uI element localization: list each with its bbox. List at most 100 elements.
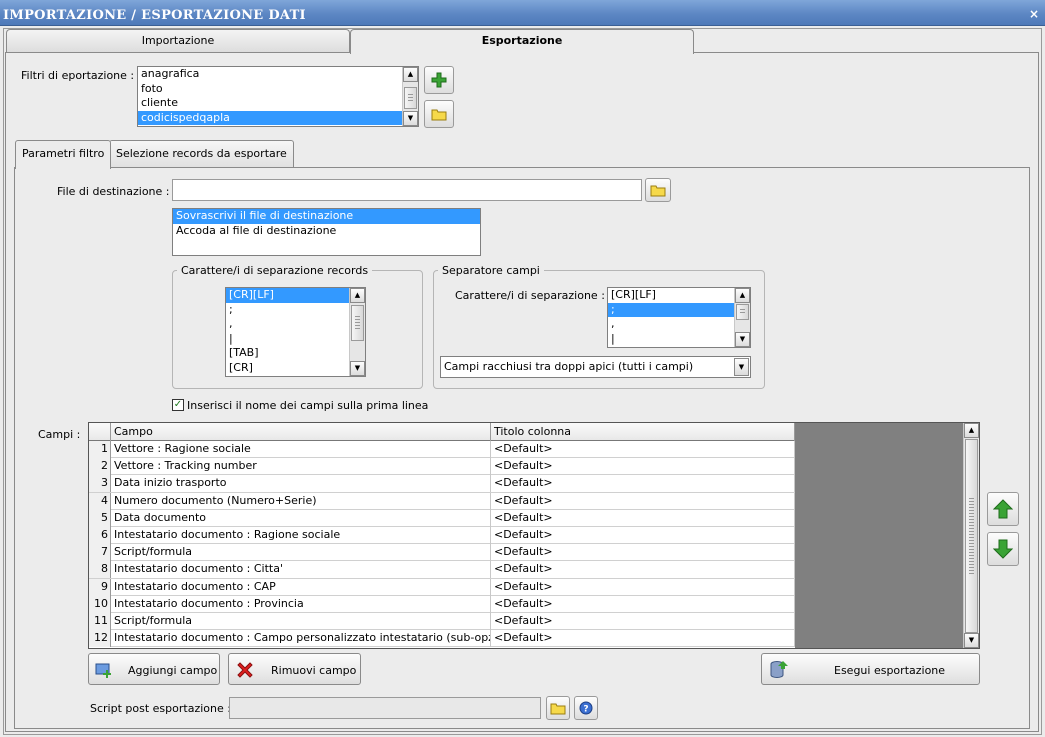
- scroll-down-icon[interactable]: ▼: [350, 361, 365, 376]
- header-checkbox[interactable]: ✓: [172, 399, 184, 411]
- browse-script-button[interactable]: [546, 696, 570, 720]
- scroll-down-icon[interactable]: ▼: [735, 332, 750, 347]
- table-row[interactable]: 7 Script/formula <Default>: [89, 544, 795, 562]
- open-filter-button[interactable]: [424, 100, 454, 128]
- column-title-cell[interactable]: <Default>: [491, 441, 795, 458]
- scrollbar[interactable]: ▲ ▼: [734, 288, 750, 347]
- column-title-cell[interactable]: <Default>: [491, 475, 795, 493]
- fields-grid[interactable]: Campo Titolo colonna 1 Vettore : Ragione …: [88, 422, 980, 649]
- scroll-thumb[interactable]: [351, 305, 364, 341]
- column-title-cell[interactable]: <Default>: [491, 509, 795, 527]
- move-up-button[interactable]: [987, 492, 1019, 526]
- column-title-cell[interactable]: <Default>: [491, 458, 795, 476]
- scroll-thumb[interactable]: [404, 87, 417, 109]
- list-item[interactable]: cliente: [138, 96, 418, 111]
- column-header-titolo[interactable]: Titolo colonna: [491, 423, 795, 441]
- scroll-down-icon[interactable]: ▼: [964, 633, 979, 648]
- record-separator-list[interactable]: [CR][LF] ; , | [TAB] [CR] ▲ ▼: [225, 287, 366, 377]
- scroll-up-icon[interactable]: ▲: [735, 288, 750, 303]
- list-item[interactable]: [CR][LF]: [608, 288, 750, 303]
- field-separator-list[interactable]: [CR][LF] ; , | ▲ ▼: [607, 287, 751, 348]
- add-filter-button[interactable]: [424, 66, 454, 94]
- field-name-cell[interactable]: Data inizio trasporto: [111, 475, 491, 493]
- tab-esportazione[interactable]: Esportazione: [350, 29, 694, 54]
- field-name-cell[interactable]: Script/formula: [111, 613, 491, 630]
- chevron-down-icon[interactable]: ▼: [734, 358, 749, 376]
- column-header-campo[interactable]: Campo: [111, 423, 491, 441]
- field-name-cell[interactable]: Intestatario documento : Campo personali…: [111, 630, 491, 648]
- list-item[interactable]: |: [608, 332, 750, 347]
- scrollbar[interactable]: ▲ ▼: [349, 288, 365, 376]
- field-name-cell[interactable]: Data documento: [111, 509, 491, 527]
- list-item[interactable]: codicispedqapla: [138, 110, 418, 125]
- list-item[interactable]: anagrafica: [138, 67, 418, 82]
- table-row[interactable]: 3 Data inizio trasporto <Default>: [89, 475, 795, 493]
- tab-selezione-records[interactable]: Selezione records da esportare: [109, 140, 294, 168]
- post-script-input[interactable]: [229, 697, 541, 719]
- scroll-thumb[interactable]: [965, 439, 978, 633]
- fields-label: Campi :: [38, 428, 81, 441]
- tab-parametri-filtro[interactable]: Parametri filtro: [15, 140, 112, 169]
- tab-importazione[interactable]: Importazione: [6, 29, 350, 53]
- field-name-cell[interactable]: Intestatario documento : CAP: [111, 578, 491, 596]
- list-item[interactable]: [CR][LF]: [226, 288, 365, 303]
- scroll-down-icon[interactable]: ▼: [403, 111, 418, 126]
- field-name-cell[interactable]: Vettore : Ragione sociale: [111, 441, 491, 458]
- filters-list[interactable]: anagrafica foto cliente codicispedqapla …: [137, 66, 419, 127]
- column-title-cell[interactable]: <Default>: [491, 544, 795, 562]
- table-row[interactable]: 10 Intestatario documento : Provincia <Def…: [89, 595, 795, 613]
- column-title-cell[interactable]: <Default>: [491, 613, 795, 630]
- destination-file-input[interactable]: [172, 179, 642, 201]
- browse-destination-button[interactable]: [645, 178, 671, 202]
- close-icon[interactable]: ×: [1029, 7, 1039, 21]
- quote-mode-select[interactable]: Campi racchiusi tra doppi apici (tutti i…: [440, 356, 751, 378]
- grid-scrollbar[interactable]: ▲ ▼: [963, 423, 979, 648]
- field-name-cell[interactable]: Numero documento (Numero+Serie): [111, 492, 491, 510]
- column-title-cell[interactable]: <Default>: [491, 492, 795, 510]
- table-row[interactable]: 8 Intestatario documento : Citta' <Default…: [89, 561, 795, 579]
- list-item[interactable]: |: [226, 332, 365, 347]
- record-separator-legend: Carattere/i di separazione records: [181, 264, 369, 277]
- scroll-up-icon[interactable]: ▲: [403, 67, 418, 82]
- list-item[interactable]: ;: [608, 302, 750, 317]
- field-name-cell[interactable]: Vettore : Tracking number: [111, 458, 491, 476]
- scrollbar[interactable]: ▲ ▼: [402, 67, 418, 126]
- list-item[interactable]: [CR]: [226, 361, 365, 376]
- list-item[interactable]: ,: [608, 317, 750, 332]
- script-help-button[interactable]: ?: [574, 696, 598, 720]
- column-title-cell[interactable]: <Default>: [491, 561, 795, 579]
- table-row[interactable]: 4 Numero documento (Numero+Serie) <Default…: [89, 492, 795, 510]
- scroll-thumb[interactable]: [736, 304, 749, 320]
- list-item[interactable]: Accoda al file di destinazione: [173, 224, 480, 239]
- field-name-cell[interactable]: Intestatario documento : Citta': [111, 561, 491, 579]
- column-title-cell[interactable]: <Default>: [491, 630, 795, 648]
- table-row[interactable]: 1 Vettore : Ragione sociale <Default>: [89, 441, 795, 459]
- field-separator-legend: Separatore campi: [442, 264, 540, 277]
- column-title-cell[interactable]: <Default>: [491, 578, 795, 596]
- add-field-button[interactable]: Aggiungi campo: [88, 653, 220, 685]
- column-title-cell[interactable]: <Default>: [491, 595, 795, 613]
- field-name-cell[interactable]: Intestatario documento : Ragione sociale: [111, 527, 491, 544]
- list-item[interactable]: [TAB]: [226, 346, 365, 361]
- field-name-cell[interactable]: Script/formula: [111, 544, 491, 562]
- table-row[interactable]: 6 Intestatario documento : Ragione social…: [89, 527, 795, 545]
- list-item[interactable]: ,: [226, 317, 365, 332]
- table-row[interactable]: 11 Script/formula <Default>: [89, 613, 795, 631]
- list-item[interactable]: Sovrascrivi il file di destinazione: [173, 209, 480, 224]
- list-item[interactable]: foto: [138, 82, 418, 97]
- arrow-down-icon: [993, 539, 1013, 559]
- table-row[interactable]: 5 Data documento <Default>: [89, 509, 795, 527]
- write-mode-list[interactable]: Sovrascrivi il file di destinazione Acco…: [172, 208, 481, 256]
- table-row[interactable]: 12 Intestatario documento : Campo persona…: [89, 630, 795, 648]
- scroll-up-icon[interactable]: ▲: [964, 423, 979, 438]
- run-export-label: Esegui esportazione: [834, 664, 946, 677]
- table-row[interactable]: 9 Intestatario documento : CAP <Default>: [89, 578, 795, 596]
- move-down-button[interactable]: [987, 532, 1019, 566]
- field-name-cell[interactable]: Intestatario documento : Provincia: [111, 595, 491, 613]
- column-title-cell[interactable]: <Default>: [491, 527, 795, 544]
- remove-field-button[interactable]: Rimuovi campo: [228, 653, 361, 685]
- scroll-up-icon[interactable]: ▲: [350, 288, 365, 303]
- list-item[interactable]: ;: [226, 303, 365, 318]
- run-export-button[interactable]: Esegui esportazione: [761, 653, 980, 685]
- table-row[interactable]: 2 Vettore : Tracking number <Default>: [89, 458, 795, 476]
